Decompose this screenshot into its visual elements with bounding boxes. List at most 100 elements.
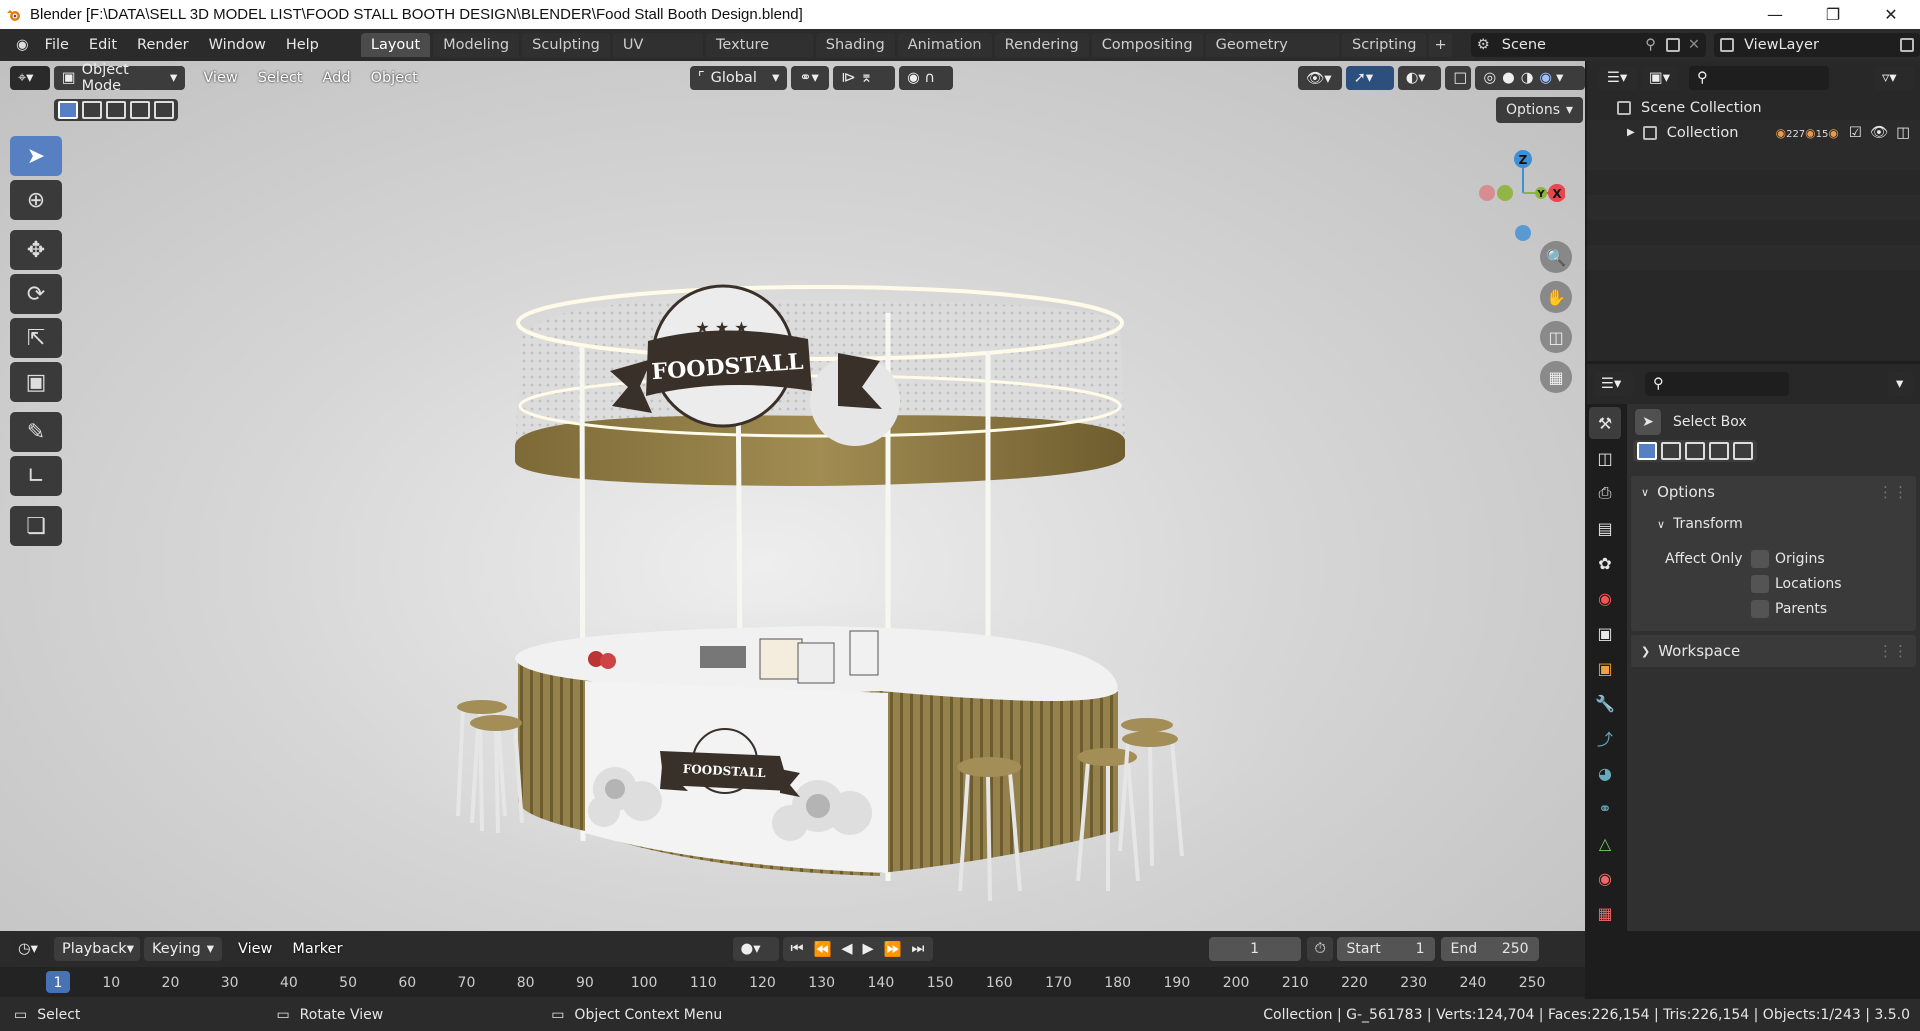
timeline-ruler[interactable]: 1 10 20 30 40 50 60 70 80 90 100 110 120 130 140 150 160… <box>0 967 1585 997</box>
rotate-tool[interactable]: ⟳ <box>10 274 62 314</box>
viewport-menu-select[interactable]: Select <box>248 70 313 86</box>
drag-handle-icon[interactable]: ⋮⋮ <box>1878 642 1908 660</box>
pan-hand-icon[interactable]: ✋ <box>1540 281 1572 313</box>
gizmo-neg-x[interactable] <box>1479 185 1495 201</box>
select-new-icon[interactable] <box>58 101 78 119</box>
viewport-menu-object[interactable]: Object <box>361 70 428 86</box>
tab-uv-editing[interactable]: UV Editing <box>612 33 704 77</box>
display-mode-button[interactable]: ▣▾ <box>1641 66 1679 90</box>
pin-icon[interactable]: ⚲ <box>1645 37 1656 53</box>
zoom-icon[interactable]: 🔍 <box>1540 241 1572 273</box>
properties-options[interactable]: ▾ <box>1888 372 1914 396</box>
output-tab-icon[interactable]: ⎙ <box>1589 477 1621 509</box>
options-panel-header[interactable]: ∨ Options ⋮⋮ <box>1631 476 1916 508</box>
preview-range-button[interactable]: ⏱ <box>1306 937 1333 961</box>
new-viewlayer-icon[interactable] <box>1900 38 1914 52</box>
tab-animation[interactable]: Animation <box>897 33 992 57</box>
modifier-tab-icon[interactable]: 🔧 <box>1589 687 1621 719</box>
outliner-row-scene-collection[interactable]: Scene Collection <box>1587 95 1920 120</box>
outliner-editor-type[interactable]: ☰▾ <box>1599 66 1637 90</box>
close-icon[interactable]: ✕ <box>1862 0 1920 29</box>
navigation-gizmo[interactable]: Z X Y <box>1475 131 1565 251</box>
viewlayer-selector[interactable]: ViewLayer <box>1714 33 1920 57</box>
data-tab-icon[interactable]: △ <box>1589 827 1621 859</box>
move-tool[interactable]: ✥ <box>10 230 62 270</box>
viewport-options-button[interactable]: Options ▾ <box>1496 97 1584 123</box>
snap-button[interactable]: ⧐ ⌆ <box>833 66 896 90</box>
scene-selector[interactable]: ⚙ Scene ⚲ ✕ <box>1470 33 1707 57</box>
scale-tool[interactable]: ⇱ <box>10 318 62 358</box>
select-invert-icon[interactable] <box>130 101 150 119</box>
proportional-edit-button[interactable]: ◉ ∩ <box>899 66 953 90</box>
viewport-menu-view[interactable]: View <box>193 70 247 86</box>
menu-window[interactable]: Window <box>199 37 276 53</box>
world-tab-icon[interactable]: ◉ <box>1589 582 1621 614</box>
origins-checkbox[interactable] <box>1751 549 1769 568</box>
wireframe-icon[interactable]: ◎ <box>1483 70 1496 86</box>
gizmo-neg-y[interactable] <box>1497 185 1513 201</box>
add-cube-tool[interactable]: ❏ <box>10 506 62 546</box>
menu-help[interactable]: Help <box>276 37 329 53</box>
select-subtract-icon[interactable] <box>106 101 126 119</box>
visibility-button[interactable]: 👁▾ <box>1297 66 1342 90</box>
cursor-tool[interactable]: ⊕ <box>10 180 62 220</box>
viewport-menu-add[interactable]: Add <box>312 70 360 86</box>
select-intersect-icon[interactable] <box>1733 442 1753 460</box>
grid-perspective-icon[interactable]: ▦ <box>1540 361 1572 393</box>
tab-shading[interactable]: Shading <box>815 33 895 57</box>
annotate-tool[interactable]: ✎ <box>10 412 62 452</box>
select-extend-icon[interactable] <box>82 101 102 119</box>
menu-render[interactable]: Render <box>127 37 199 53</box>
jump-start-icon[interactable]: ⏮ <box>791 941 804 957</box>
end-frame-field[interactable]: End 250 <box>1440 937 1539 961</box>
timeline-menu-marker[interactable]: Marker <box>282 941 352 957</box>
timeline-menu-view[interactable]: View <box>228 941 282 957</box>
tab-geometry-nodes[interactable]: Geometry Nodes <box>1205 33 1339 77</box>
object-tab-icon[interactable]: ▣ <box>1589 652 1621 684</box>
workspace-panel-header[interactable]: ❯ Workspace ⋮⋮ <box>1631 635 1916 667</box>
transform-subpanel-header[interactable]: ∨ Transform <box>1631 508 1916 540</box>
menu-edit[interactable]: Edit <box>79 37 127 53</box>
tab-sculpting[interactable]: Sculpting <box>522 33 610 57</box>
material-tab-icon[interactable]: ◉ <box>1589 862 1621 894</box>
particles-tab-icon[interactable]: ⤴ <box>1589 722 1621 754</box>
properties-search[interactable]: ⚲ <box>1645 372 1789 396</box>
checkbox-icon[interactable]: ☑ <box>1849 125 1862 141</box>
expand-arrow-icon[interactable]: ▶ <box>1627 127 1635 138</box>
restore-icon[interactable]: ❐ <box>1804 0 1862 29</box>
transform-tool[interactable]: ▣ <box>10 362 62 402</box>
tab-modeling[interactable]: Modeling <box>433 33 520 57</box>
start-frame-field[interactable]: Start 1 <box>1336 937 1435 961</box>
view-layer-tab-icon[interactable]: ▤ <box>1589 512 1621 544</box>
select-extend-icon[interactable] <box>1661 442 1681 460</box>
select-new-icon[interactable] <box>1637 442 1657 460</box>
tab-compositing[interactable]: Compositing <box>1091 33 1203 57</box>
overlay-button[interactable]: ◐▾ <box>1397 66 1442 90</box>
shading-modes[interactable]: ◎ ● ◑ ◉ ▾ <box>1475 66 1585 90</box>
add-workspace-button[interactable]: + <box>1429 33 1452 57</box>
3d-viewport[interactable]: FOODSTALL ★ ★ ★ FOODSTALL ⌖▾ ▣ Object Mo… <box>0 61 1585 931</box>
camera-icon[interactable]: ◫ <box>1540 321 1572 353</box>
menu-file[interactable]: File <box>35 37 79 53</box>
constraints-tab-icon[interactable]: ⚭ <box>1589 792 1621 824</box>
outliner-search[interactable]: ⚲ <box>1689 66 1829 90</box>
delete-scene-icon[interactable]: ✕ <box>1688 37 1700 53</box>
tab-scripting[interactable]: Scripting <box>1342 33 1427 57</box>
camera-icon[interactable]: ◫ <box>1896 125 1910 141</box>
new-scene-icon[interactable] <box>1665 38 1680 52</box>
tab-layout[interactable]: Layout <box>360 33 431 57</box>
current-frame-field[interactable]: 1 <box>1208 937 1301 961</box>
physics-tab-icon[interactable]: ◕ <box>1589 757 1621 789</box>
eye-icon[interactable]: 👁 <box>1870 124 1888 141</box>
jump-end-icon[interactable]: ⏭ <box>911 941 924 957</box>
tab-texture-paint[interactable]: Texture Paint <box>706 33 813 77</box>
rendered-icon[interactable]: ◉ <box>1539 70 1552 86</box>
render-tab-icon[interactable]: ◫ <box>1589 442 1621 474</box>
solid-icon[interactable]: ● <box>1502 70 1515 86</box>
properties-editor-type[interactable]: ☰▾ <box>1593 372 1633 396</box>
tool-tab-icon[interactable]: ⚒ <box>1589 407 1621 439</box>
select-invert-icon[interactable] <box>1709 442 1729 460</box>
drag-handle-icon[interactable]: ⋮⋮ <box>1878 483 1908 501</box>
prev-keyframe-icon[interactable]: ⏪ <box>813 941 831 958</box>
gizmo-neg-z[interactable] <box>1515 225 1531 241</box>
